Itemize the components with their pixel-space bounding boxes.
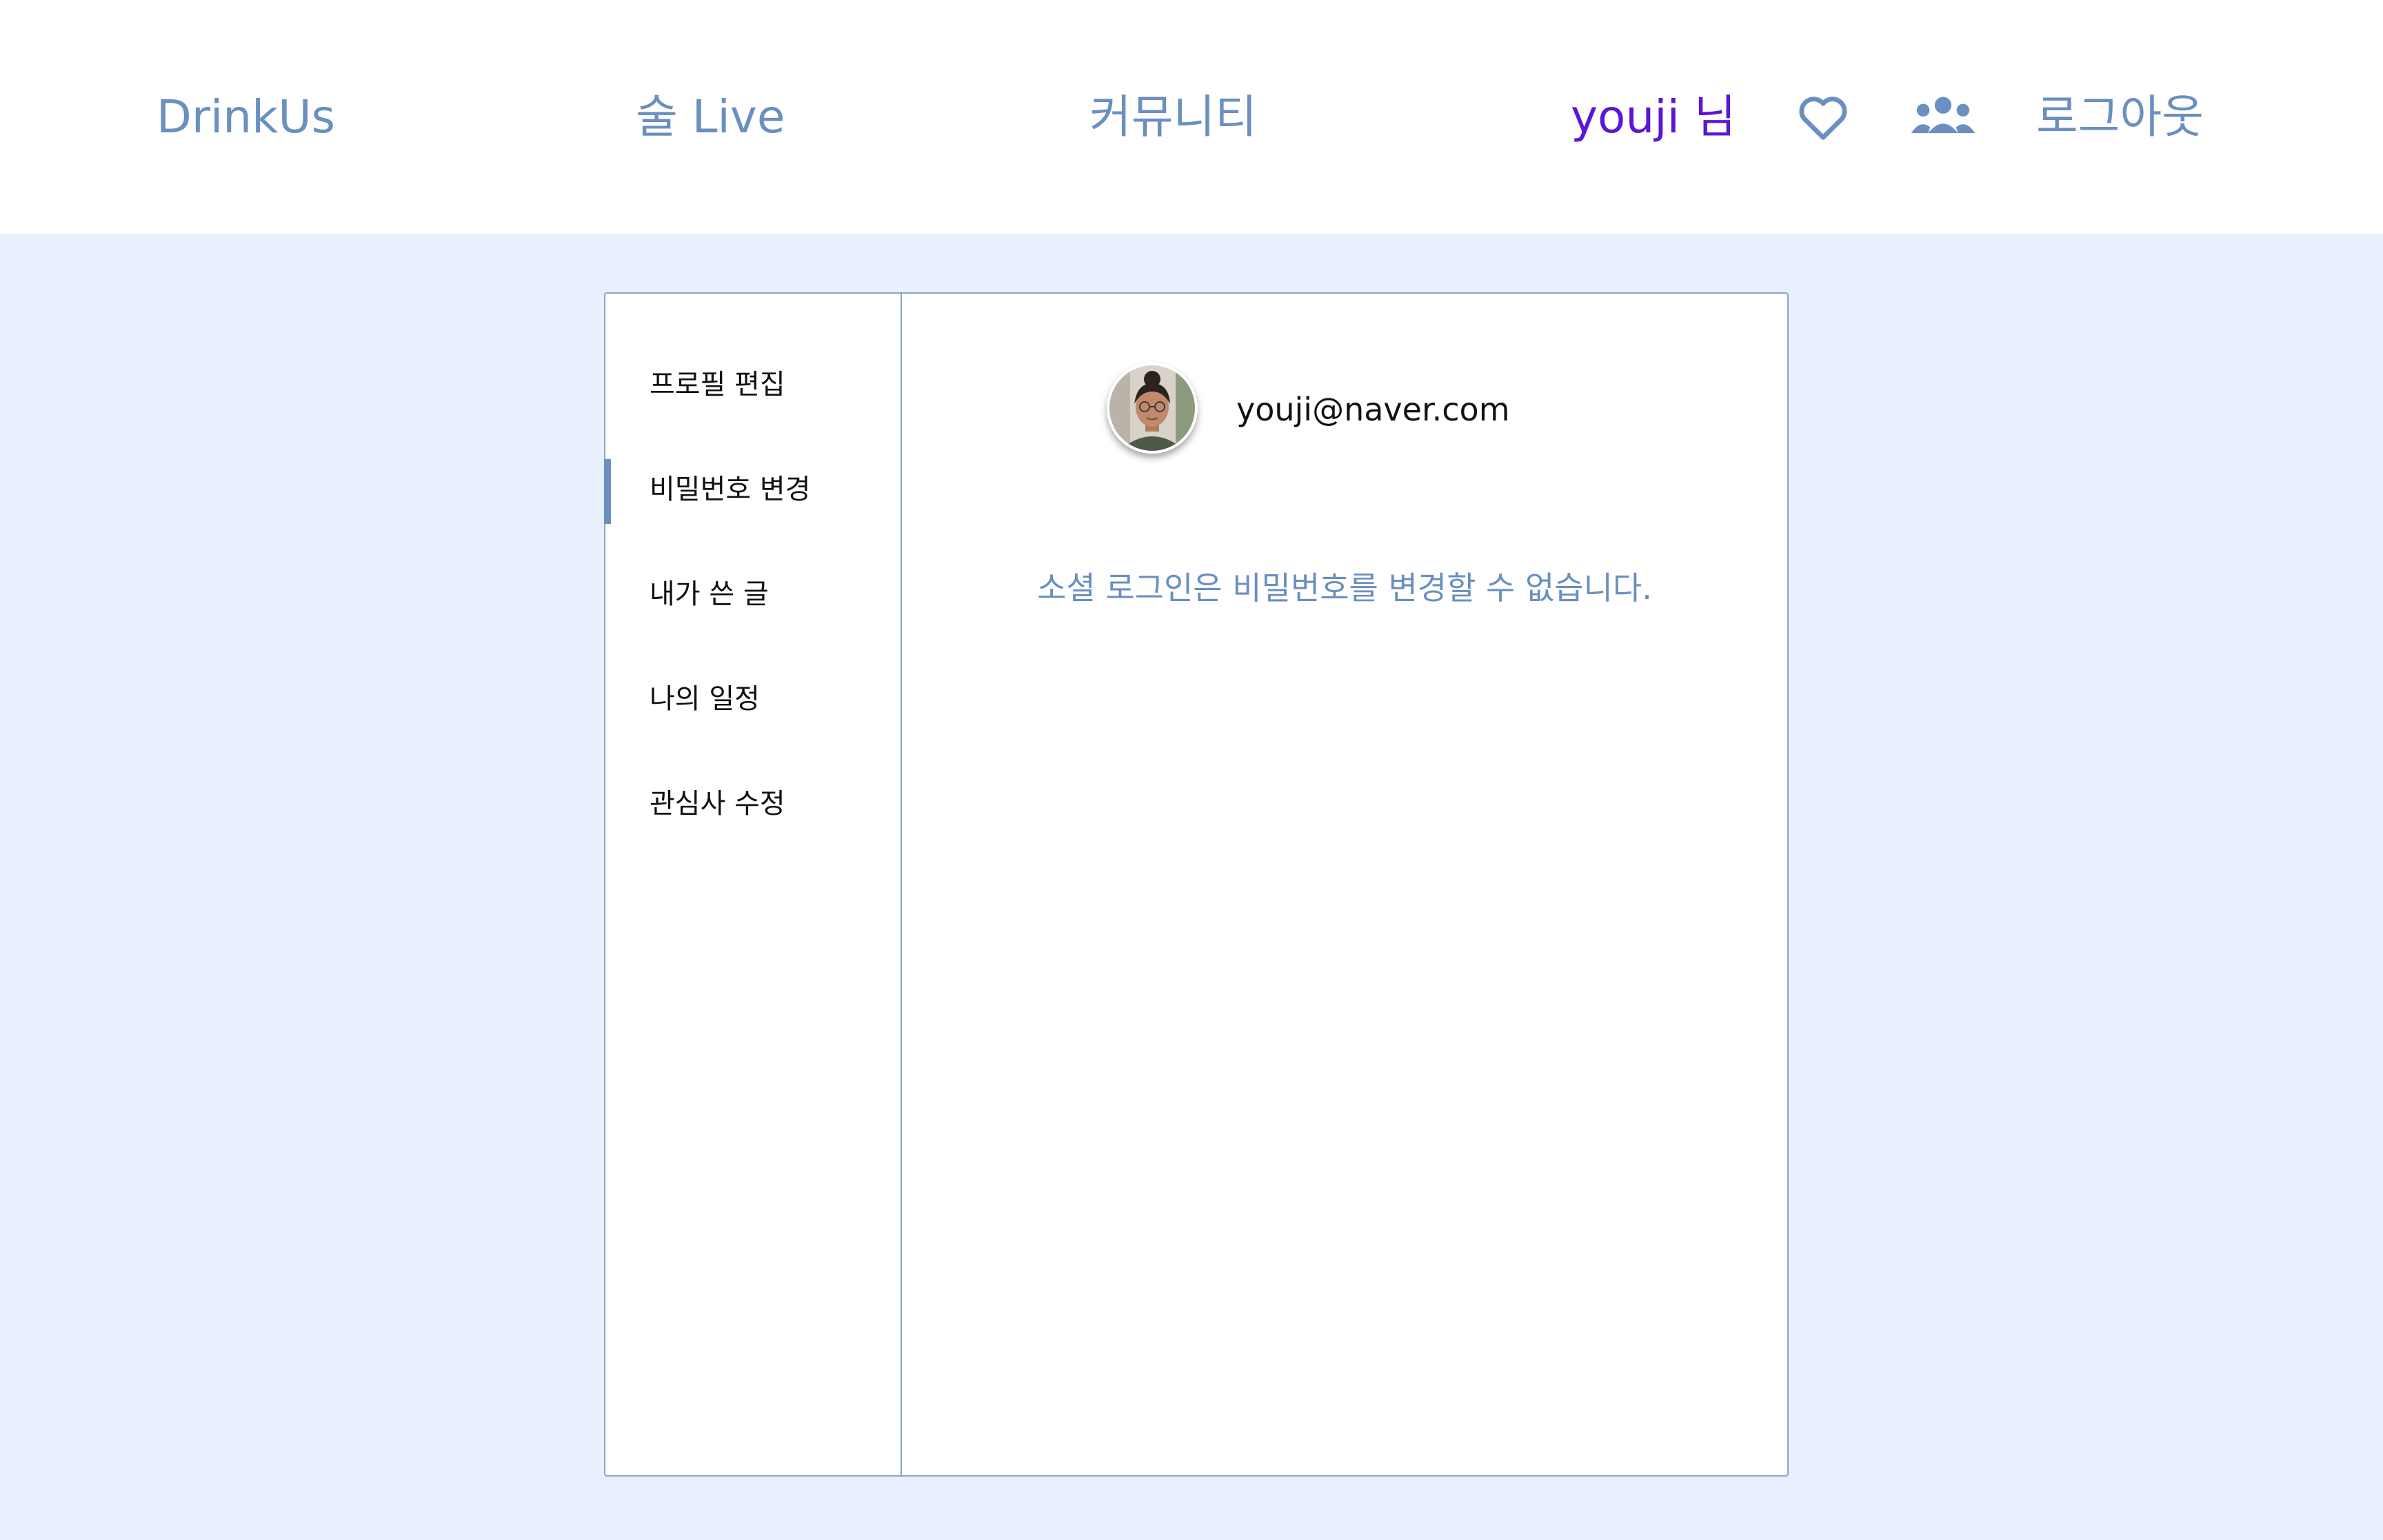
user-email: youji@naver.com (1236, 391, 1510, 428)
nav-community-link[interactable]: 커뮤니티 (1089, 94, 1257, 140)
password-panel: youji@naver.com 소셜 로그인은 비밀번호를 변경할 수 없습니다… (902, 294, 1787, 1475)
user-greeting: youji 님 (1571, 90, 1736, 143)
mypage-sidebar: 프로필 편집 비밀번호 변경 내가 쓴 글 나의 일정 관심사 수정 (604, 294, 902, 1475)
top-navbar: DrinkUs 술 Live 커뮤니티 youji 님 로그아웃 (0, 0, 2383, 234)
sidebar-item-edit-interests[interactable]: 관심사 수정 (650, 790, 785, 818)
heart-icon[interactable] (1797, 94, 1849, 141)
sidebar-item-change-password[interactable]: 비밀번호 변경 (650, 476, 811, 503)
friends-icon[interactable] (1907, 92, 1979, 142)
brand-logo-link[interactable]: DrinkUs (157, 94, 335, 140)
nav-live-link[interactable]: 술 Live (636, 94, 785, 140)
avatar (1107, 363, 1198, 454)
sidebar-item-my-schedule[interactable]: 나의 일정 (650, 685, 760, 713)
avatar-image (1109, 365, 1195, 451)
sidebar-item-my-posts[interactable]: 내가 쓴 글 (650, 580, 769, 608)
mypage-card: 프로필 편집 비밀번호 변경 내가 쓴 글 나의 일정 관심사 수정 youji… (604, 292, 1789, 1477)
logout-link[interactable]: 로그아웃 (2036, 94, 2204, 140)
active-menu-indicator (604, 459, 611, 524)
social-login-notice: 소셜 로그인은 비밀번호를 변경할 수 없습니다. (1037, 569, 1652, 607)
sidebar-item-edit-profile[interactable]: 프로필 편집 (650, 371, 785, 398)
